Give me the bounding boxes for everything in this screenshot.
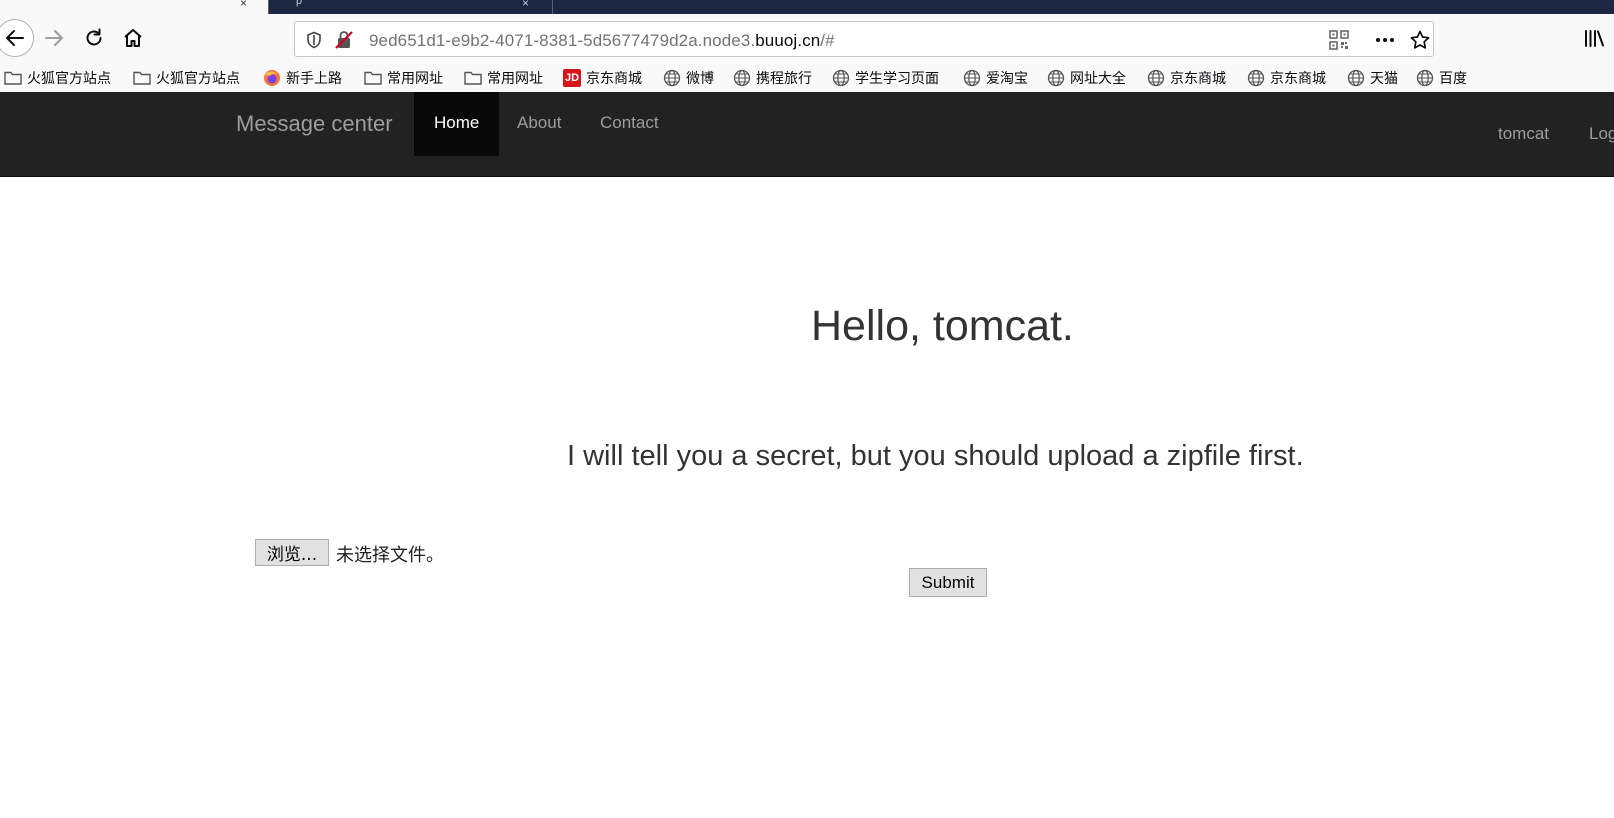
- tab-strip: × p ×: [0, 0, 1614, 14]
- bookmark-label: 天猫: [1370, 70, 1398, 86]
- jd-icon: JD: [563, 69, 581, 87]
- tab-separator: [552, 0, 553, 14]
- secret-message: I will tell you a secret, but you should…: [567, 440, 1304, 472]
- bookmark-label: 学生学习页面: [855, 70, 939, 86]
- bookmark-star-icon[interactable]: [1409, 29, 1431, 51]
- browser-toolbar: 9ed651d1-e9b2-4071-8381-5d5677479d2a.nod…: [0, 14, 1614, 64]
- nav-contact[interactable]: Contact: [600, 113, 659, 133]
- tab-close-icon[interactable]: ×: [522, 0, 529, 10]
- firefox-icon: [263, 69, 281, 87]
- qr-code-icon[interactable]: [1328, 29, 1350, 51]
- bookmark-item[interactable]: 新手上路: [263, 68, 342, 88]
- globe-icon: [1347, 69, 1365, 87]
- tab-close-icon[interactable]: ×: [240, 0, 247, 10]
- bookmark-label: 百度: [1439, 70, 1467, 86]
- folder-icon: [364, 69, 382, 87]
- nav-logout[interactable]: Log: [1589, 124, 1614, 144]
- bookmark-item[interactable]: 网址大全: [1047, 68, 1126, 88]
- bookmark-label: 京东商城: [1170, 70, 1226, 86]
- browse-button[interactable]: 浏览...: [255, 539, 329, 566]
- tab-separator: [268, 0, 269, 14]
- url-text[interactable]: 9ed651d1-e9b2-4071-8381-5d5677479d2a.nod…: [369, 31, 835, 51]
- bookmark-label: 京东商城: [1270, 70, 1326, 86]
- submit-button[interactable]: Submit: [909, 568, 987, 597]
- bookmark-label: 微博: [686, 70, 714, 86]
- forward-arrow-icon: [45, 30, 63, 46]
- url-bar[interactable]: 9ed651d1-e9b2-4071-8381-5d5677479d2a.nod…: [294, 21, 1434, 57]
- home-icon: [124, 29, 142, 47]
- nav-user[interactable]: tomcat: [1498, 124, 1549, 144]
- greeting-heading: Hello, tomcat.: [811, 302, 1074, 350]
- bookmark-item[interactable]: 京东商城: [1247, 68, 1326, 88]
- tab-title[interactable]: p: [296, 0, 302, 7]
- bookmark-item[interactable]: 常用网址: [464, 68, 543, 88]
- nav-home[interactable]: Home: [414, 92, 499, 156]
- globe-icon: [1416, 69, 1434, 87]
- reload-icon: [86, 28, 102, 46]
- globe-icon: [733, 69, 751, 87]
- bookmark-item[interactable]: 天猫: [1347, 68, 1398, 88]
- shield-icon[interactable]: [303, 29, 325, 51]
- globe-icon: [1147, 69, 1165, 87]
- bookmark-item[interactable]: 京东商城: [1147, 68, 1226, 88]
- bookmark-label: 常用网址: [487, 70, 543, 86]
- bookmark-label: 携程旅行: [756, 70, 812, 86]
- bookmark-label: 爱淘宝: [986, 70, 1028, 86]
- bookmark-item[interactable]: JD 京东商城: [563, 68, 642, 88]
- bookmark-item[interactable]: 微博: [663, 68, 714, 88]
- bookmark-item[interactable]: 学生学习页面: [832, 68, 939, 88]
- file-status-text: 未选择文件。: [336, 545, 444, 566]
- forward-button[interactable]: [38, 22, 70, 54]
- home-button[interactable]: [117, 22, 149, 54]
- nav-about[interactable]: About: [517, 113, 561, 133]
- nav-home-label: Home: [434, 113, 480, 132]
- globe-icon: [1047, 69, 1065, 87]
- globe-icon: [663, 69, 681, 87]
- bookmark-item[interactable]: 常用网址: [364, 68, 443, 88]
- url-suffix: /#: [820, 31, 835, 50]
- site-navbar: Message center Home About Contact tomcat…: [0, 92, 1614, 177]
- back-button[interactable]: [0, 19, 34, 57]
- active-tab[interactable]: ×: [0, 0, 268, 14]
- bookmark-item[interactable]: 火狐官方站点: [133, 68, 240, 88]
- folder-icon: [4, 69, 22, 87]
- bookmark-label: 常用网址: [387, 70, 443, 86]
- bookmark-label: 网址大全: [1070, 70, 1126, 86]
- folder-icon: [133, 69, 151, 87]
- page-actions-menu-icon[interactable]: [1374, 29, 1396, 51]
- library-button[interactable]: [1578, 22, 1610, 54]
- bookmark-item[interactable]: 百度: [1416, 68, 1467, 88]
- brand-link[interactable]: Message center: [236, 111, 393, 137]
- bookmark-item[interactable]: 火狐官方站点: [4, 68, 111, 88]
- bookmark-label: 京东商城: [586, 70, 642, 86]
- back-arrow-icon: [6, 30, 24, 46]
- insecure-connection-icon[interactable]: [333, 29, 355, 51]
- globe-icon: [963, 69, 981, 87]
- bookmark-item[interactable]: 爱淘宝: [963, 68, 1028, 88]
- globe-icon: [832, 69, 850, 87]
- bookmark-label: 火狐官方站点: [156, 70, 240, 86]
- bookmark-label: 新手上路: [286, 70, 342, 86]
- folder-icon: [464, 69, 482, 87]
- library-icon: [1585, 30, 1604, 47]
- bookmark-label: 火狐官方站点: [27, 70, 111, 86]
- bookmark-item[interactable]: 携程旅行: [733, 68, 812, 88]
- bookmarks-toolbar: 火狐官方站点 火狐官方站点 新手上路 常用网址 常用网址 JD 京东商城 微博: [0, 64, 1614, 92]
- url-host: buuoj.cn: [755, 31, 821, 50]
- url-path: 9ed651d1-e9b2-4071-8381-5d5677479d2a.nod…: [369, 31, 756, 50]
- reload-button[interactable]: [78, 22, 110, 54]
- globe-icon: [1247, 69, 1265, 87]
